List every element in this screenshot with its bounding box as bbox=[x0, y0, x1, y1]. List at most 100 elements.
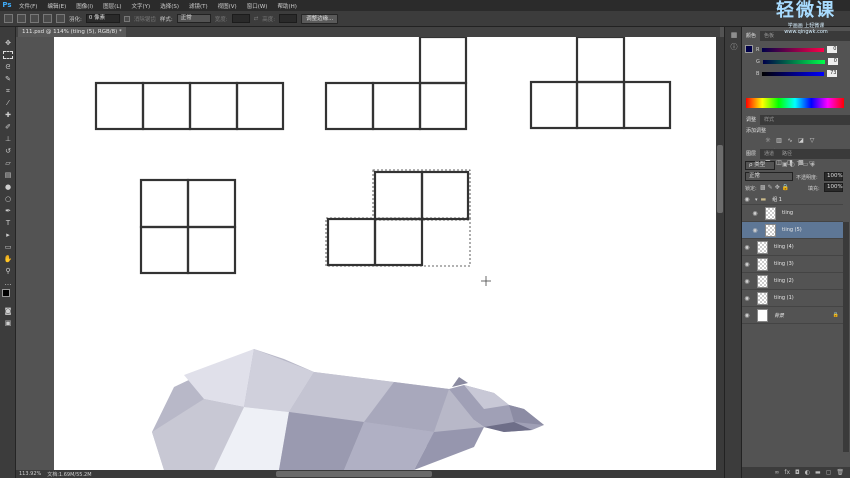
tab-layers[interactable]: 图层 bbox=[742, 149, 761, 159]
levels-icon[interactable]: ▥ bbox=[775, 137, 783, 144]
tab-paths[interactable]: 路径 bbox=[778, 149, 796, 159]
marquee-tool-icon[interactable] bbox=[3, 51, 13, 59]
screen-mode-icon[interactable]: ▣ bbox=[3, 319, 13, 327]
zoom-level[interactable]: 113.92% bbox=[19, 471, 41, 477]
clone-stamp-tool-icon[interactable]: ⊥ bbox=[3, 135, 13, 143]
visibility-eye-icon[interactable]: ◉ bbox=[742, 196, 752, 203]
visibility-eye-icon[interactable]: ◉ bbox=[742, 278, 752, 285]
green-slider[interactable] bbox=[762, 59, 825, 64]
visibility-eye-icon[interactable]: ◉ bbox=[750, 210, 760, 217]
layer-row-selected[interactable]: ◉ tiing (5) bbox=[742, 222, 843, 239]
style-dropdown[interactable]: 正常 bbox=[176, 14, 211, 23]
new-selection-icon[interactable] bbox=[17, 14, 26, 23]
green-value[interactable]: 0 bbox=[827, 58, 838, 65]
history-brush-tool-icon[interactable]: ↺ bbox=[3, 147, 13, 155]
tab-color[interactable]: 颜色 bbox=[742, 31, 761, 41]
layer-mask-icon[interactable]: ◘ bbox=[795, 469, 800, 476]
adjustment-layer-icon[interactable]: ◐ bbox=[805, 469, 810, 476]
layer-row[interactable]: ◉ tiing (2) bbox=[742, 273, 843, 290]
eraser-tool-icon[interactable]: ▱ bbox=[3, 159, 13, 167]
link-layers-icon[interactable]: ∞ bbox=[774, 469, 779, 476]
visibility-eye-icon[interactable]: ◉ bbox=[742, 295, 752, 302]
swap-icon[interactable]: ⇄ bbox=[254, 16, 259, 22]
properties-panel-icon[interactable]: ⓘ bbox=[729, 43, 739, 51]
layer-filter-icons[interactable]: ▣◐T▭◈ bbox=[782, 161, 817, 168]
dodge-tool-icon[interactable]: ○ bbox=[3, 195, 13, 203]
delete-layer-icon[interactable]: 🗑 bbox=[836, 469, 844, 476]
more-tools-icon[interactable]: … bbox=[3, 279, 13, 287]
menu-filter[interactable]: 滤镜(T) bbox=[184, 2, 213, 10]
vibrance-icon[interactable]: ▽ bbox=[808, 137, 816, 144]
new-group-icon[interactable]: ▬ bbox=[815, 469, 821, 476]
blue-slider[interactable] bbox=[762, 71, 825, 76]
gradient-tool-icon[interactable]: ▤ bbox=[3, 171, 13, 179]
type-tool-icon[interactable]: T bbox=[3, 219, 13, 227]
hand-tool-icon[interactable]: ✋ bbox=[3, 255, 13, 263]
pen-tool-icon[interactable]: ✒ bbox=[3, 207, 13, 215]
antialias-checkbox[interactable] bbox=[123, 15, 130, 22]
brightness-icon[interactable]: ☼ bbox=[764, 137, 772, 144]
tab-adjustments[interactable]: 调整 bbox=[742, 115, 761, 125]
vertical-scrollbar[interactable] bbox=[716, 37, 724, 470]
document-tab[interactable]: 111.psd @ 114% (tiing (5), RGB/8) * bbox=[18, 27, 126, 37]
curves-icon[interactable]: ∿ bbox=[786, 137, 794, 144]
blur-tool-icon[interactable]: ● bbox=[3, 183, 13, 191]
menu-type[interactable]: 文字(Y) bbox=[127, 2, 156, 10]
fill-input[interactable]: 100% bbox=[824, 183, 843, 192]
add-selection-icon[interactable] bbox=[30, 14, 39, 23]
layer-row[interactable]: ◉ tiing (1) bbox=[742, 290, 843, 307]
tab-styles[interactable]: 样式 bbox=[760, 115, 778, 125]
lock-icons[interactable]: ▩✎✥🔒 bbox=[760, 184, 791, 191]
subtract-selection-icon[interactable] bbox=[43, 14, 52, 23]
move-tool-icon[interactable]: ✥ bbox=[3, 39, 13, 47]
layer-row[interactable]: ◉ tiing bbox=[742, 205, 843, 222]
menu-file[interactable]: 文件(F) bbox=[14, 2, 42, 10]
red-slider[interactable] bbox=[762, 47, 825, 52]
refine-edge-button[interactable]: 调整边缘... bbox=[301, 13, 339, 24]
visibility-eye-icon[interactable]: ◉ bbox=[750, 227, 760, 234]
layer-row[interactable]: ◉ tiing (4) bbox=[742, 239, 843, 256]
layer-style-icon[interactable]: fx bbox=[784, 469, 790, 476]
layer-filter-dropdown[interactable]: ρ 类型 bbox=[745, 161, 775, 170]
layers-scrollbar[interactable] bbox=[843, 222, 849, 452]
intersect-selection-icon[interactable] bbox=[56, 14, 65, 23]
healing-brush-tool-icon[interactable]: ✚ bbox=[3, 111, 13, 119]
layer-row[interactable]: ◉ tiing (3) bbox=[742, 256, 843, 273]
marquee-preset-button[interactable] bbox=[4, 14, 13, 23]
feather-input[interactable]: 0 像素 bbox=[85, 14, 120, 23]
menu-window[interactable]: 窗口(W) bbox=[242, 2, 273, 10]
blend-mode-dropdown[interactable]: 正常 bbox=[745, 172, 793, 181]
path-select-tool-icon[interactable]: ▸ bbox=[3, 231, 13, 239]
crop-tool-icon[interactable]: ⌗ bbox=[3, 87, 13, 95]
rectangle-tool-icon[interactable]: ▭ bbox=[3, 243, 13, 251]
menu-select[interactable]: 选择(S) bbox=[155, 2, 184, 10]
menu-view[interactable]: 视图(V) bbox=[213, 2, 242, 10]
visibility-eye-icon[interactable]: ◉ bbox=[742, 312, 752, 319]
document-info[interactable]: 文档:1.69M/55.2M bbox=[47, 471, 91, 478]
color-fg-swatch[interactable] bbox=[745, 45, 753, 53]
group-expand-icon[interactable]: ▾ bbox=[755, 197, 758, 203]
menu-edit[interactable]: 编辑(E) bbox=[42, 2, 71, 10]
quick-select-tool-icon[interactable]: ✎ bbox=[3, 75, 13, 83]
new-layer-icon[interactable]: ▢ bbox=[826, 469, 832, 476]
color-spectrum[interactable] bbox=[746, 98, 844, 108]
opacity-input[interactable]: 100% bbox=[824, 172, 843, 181]
brush-tool-icon[interactable]: ✐ bbox=[3, 123, 13, 131]
horizontal-scroll-thumb[interactable] bbox=[276, 471, 432, 477]
menu-image[interactable]: 图像(I) bbox=[71, 2, 98, 10]
height-input[interactable] bbox=[279, 14, 298, 23]
red-value[interactable]: 0 bbox=[827, 46, 838, 53]
quick-mask-icon[interactable]: ◙ bbox=[3, 307, 13, 315]
width-input[interactable] bbox=[231, 14, 250, 23]
blue-value[interactable]: 73 bbox=[827, 70, 838, 77]
foreground-color-swatch[interactable] bbox=[2, 289, 10, 297]
document-canvas[interactable] bbox=[54, 37, 717, 470]
visibility-eye-icon[interactable]: ◉ bbox=[742, 244, 752, 251]
eyedropper-tool-icon[interactable]: ⁄ bbox=[3, 99, 13, 107]
lasso-tool-icon[interactable]: ᘓ bbox=[3, 63, 13, 71]
layer-row-background[interactable]: ◉ 背景 🔒 bbox=[742, 307, 843, 324]
visibility-eye-icon[interactable]: ◉ bbox=[742, 261, 752, 268]
zoom-tool-icon[interactable]: ⚲ bbox=[3, 267, 13, 275]
layer-group-row[interactable]: ◉ ▾ ▬ 组 1 bbox=[742, 195, 843, 205]
tab-channels[interactable]: 通道 bbox=[760, 149, 778, 159]
